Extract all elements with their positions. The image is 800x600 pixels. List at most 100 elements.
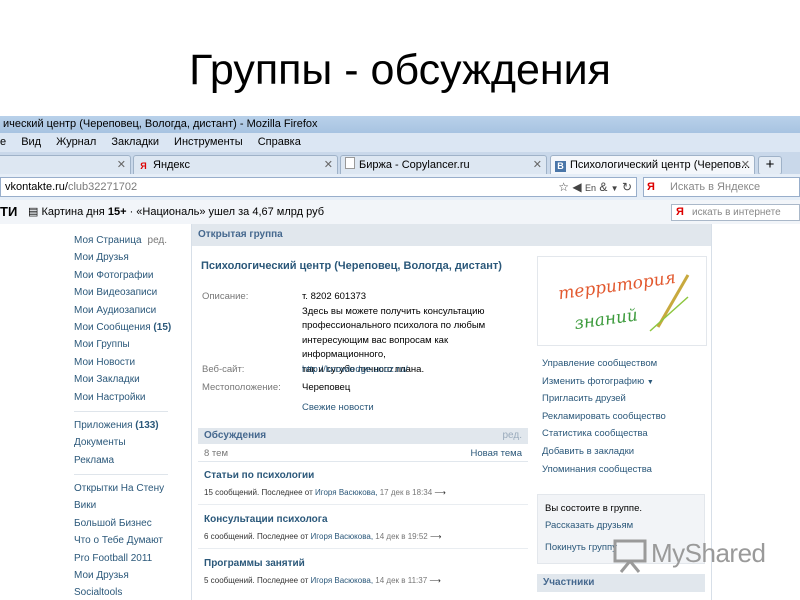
action-add-bookmark[interactable]: Добавить в закладки [542, 443, 666, 461]
search-input[interactable]: Я Искать в Яндексе [643, 177, 800, 197]
dropdown-icon[interactable]: ▼ [611, 184, 619, 193]
presentation-board-icon [613, 539, 647, 573]
nav-divider [74, 410, 168, 412]
toolbar-logo[interactable]: ТИ [0, 200, 17, 224]
arrow-right-icon[interactable]: ⟶ [430, 532, 441, 541]
arrow-right-icon[interactable]: ⟶ [434, 488, 445, 497]
menu-item-tools[interactable]: Инструменты [174, 136, 243, 148]
nav-app-pro-football[interactable]: Pro Football 2011 [74, 550, 174, 567]
topic-divider [198, 548, 528, 549]
group-type-header: Открытая группа [192, 224, 711, 246]
search-placeholder: Искать в Яндексе [670, 181, 761, 193]
topic-title[interactable]: Статьи по психологии [204, 470, 522, 481]
menu-item-view[interactable]: Вид [21, 136, 41, 148]
dropdown-arrow-icon[interactable]: ▼ [647, 379, 654, 386]
navigation-bar: vkontakte.ru/club32271702 ☆ ◀ En & ▼ ↻ Я… [0, 174, 800, 200]
new-topic-link[interactable]: Новая тема [471, 446, 523, 462]
menu-item-bookmarks[interactable]: Закладки [111, 136, 159, 148]
topics-count: 8 тем [204, 448, 228, 459]
nav-app-wiki[interactable]: Вики [74, 497, 174, 514]
back-icon[interactable]: ◀ [572, 180, 581, 194]
tab-yandex[interactable]: Я Яндекс ✕ [133, 155, 338, 174]
menu-item-history[interactable]: Журнал [56, 136, 96, 148]
topic-author[interactable]: Игоря Васюкова, [311, 576, 374, 585]
nav-my-audio[interactable]: Мои Аудиозаписи [74, 302, 174, 319]
menu-item-file[interactable]: е [0, 136, 6, 148]
window-title: ический центр (Череповец, Вологда, диста… [0, 116, 800, 133]
nav-my-friends[interactable]: Мои Друзья [74, 249, 174, 266]
newspaper-icon: ▤ [28, 206, 39, 218]
yandex-search-input[interactable]: Я искать в интернете [671, 204, 800, 221]
url-bar[interactable]: vkontakte.ru/club32271702 ☆ ◀ En & ▼ ↻ [0, 177, 637, 197]
group-actions: Управление сообществом Изменить фотограф… [542, 355, 666, 478]
members-header[interactable]: Участники [537, 574, 705, 592]
ampersand-icon[interactable]: & [599, 180, 607, 194]
browser-screenshot: ический центр (Череповец, Вологда, диста… [0, 116, 800, 600]
nav-my-videos[interactable]: Мои Видеозаписи [74, 284, 174, 301]
tab-label: Психологический центр (Черепов... [570, 159, 751, 171]
left-nav: Моя Страница ред. Мои Друзья Мои Фотограф… [74, 232, 174, 600]
website-link[interactable]: http://knowledge.ucoz.ru/ [302, 363, 530, 378]
action-change-photo[interactable]: Изменить фотографию ▼ [542, 373, 666, 391]
new-tab-button[interactable]: + [758, 156, 782, 175]
close-icon[interactable]: ✕ [117, 156, 126, 174]
nav-my-bookmarks[interactable]: Мои Закладки [74, 371, 174, 388]
action-community-stats[interactable]: Статистика сообщества [542, 425, 666, 443]
leave-group-link[interactable]: Покинуть группу [545, 542, 617, 553]
nav-my-news[interactable]: Мои Новости [74, 354, 174, 371]
edit-link[interactable]: ред. [148, 235, 168, 246]
nav-my-messages[interactable]: Мои Сообщения (15) [74, 319, 174, 336]
topic-item[interactable]: Программы занятий 5 сообщений. Последнее… [204, 558, 522, 585]
nav-app-cards[interactable]: Открытки На Стену [74, 480, 174, 497]
yandex-icon: Я [140, 161, 147, 171]
tab-copylancer[interactable]: Биржа - Copylancer.ru ✕ [340, 155, 547, 174]
action-advertise-community[interactable]: Рекламировать сообщество [542, 408, 666, 426]
action-manage-community[interactable]: Управление сообществом [542, 355, 666, 373]
nav-app-socialtools[interactable]: Socialtools [74, 584, 174, 600]
nav-apps[interactable]: Приложения (133) [74, 417, 174, 434]
close-icon[interactable]: ✕ [533, 156, 542, 174]
nav-my-photos[interactable]: Мои Фотографии [74, 267, 174, 284]
fresh-news-link[interactable]: Свежие новости [302, 402, 374, 413]
news-ticker[interactable]: ▤ Картина дня 15+ · «Националь» ушел за … [28, 200, 324, 224]
tab-bar: ✕ Я Яндекс ✕ Биржа - Copylancer.ru ✕ B Пси… [0, 152, 800, 175]
slide-title: Группы - обсуждения [189, 46, 611, 94]
discussions-header[interactable]: Обсуждения ред. [198, 428, 528, 444]
logo-text-2: знаний [573, 305, 639, 334]
arrow-right-icon[interactable]: ⟶ [429, 576, 440, 585]
nav-app-what-they-think[interactable]: Что о Тебе Думают [74, 532, 174, 549]
group-logo[interactable]: территория знаний [537, 256, 707, 346]
myshared-watermark: MyShared [611, 537, 766, 573]
news-headline: «Националь» ушел за 4,67 млрд руб [136, 206, 325, 218]
topic-item[interactable]: Статьи по психологии 15 сообщений. После… [204, 470, 522, 497]
nav-my-groups[interactable]: Мои Группы [74, 336, 174, 353]
language-icon[interactable]: En [585, 183, 596, 193]
topic-item[interactable]: Консультации психолога 6 сообщений. Посл… [204, 514, 522, 541]
topic-author[interactable]: Игоря Васюкова, [311, 532, 374, 541]
membership-status: Вы состоите в группе. [545, 503, 642, 514]
tell-friends-link[interactable]: Рассказать друзьям [545, 520, 633, 531]
nav-ads[interactable]: Реклама [74, 452, 174, 469]
close-icon[interactable]: ✕ [324, 156, 333, 174]
nav-app-big-business[interactable]: Большой Бизнес [74, 515, 174, 532]
reload-icon[interactable]: ↻ [622, 180, 632, 194]
action-invite-friends[interactable]: Пригласить друзей [542, 390, 666, 408]
nav-documents[interactable]: Документы [74, 434, 174, 451]
discussions-edit-link[interactable]: ред. [502, 428, 522, 444]
action-community-mentions[interactable]: Упоминания сообщества [542, 461, 666, 479]
star-icon[interactable]: ☆ [558, 180, 569, 194]
topic-title[interactable]: Консультации психолога [204, 514, 522, 525]
topic-divider [198, 504, 528, 505]
nav-app-my-friends[interactable]: Мои Друзья [74, 567, 174, 584]
tab-psych-center[interactable]: B Психологический центр (Черепов... ✕ [550, 155, 755, 174]
nav-my-page[interactable]: Моя Страница ред. [74, 232, 174, 249]
menu-item-help[interactable]: Справка [258, 136, 301, 148]
website-label: Веб-сайт: [202, 364, 245, 375]
topic-author[interactable]: Игоря Васюкова, [315, 488, 378, 497]
topic-title[interactable]: Программы занятий [204, 558, 522, 569]
nav-my-settings[interactable]: Мои Настройки [74, 389, 174, 406]
tab-blank[interactable]: ✕ [0, 155, 131, 174]
menu-bar: е Вид Журнал Закладки Инструменты Справк… [0, 133, 800, 152]
close-icon[interactable]: ✕ [741, 156, 750, 174]
yandex-placeholder: искать в интернете [692, 207, 781, 218]
